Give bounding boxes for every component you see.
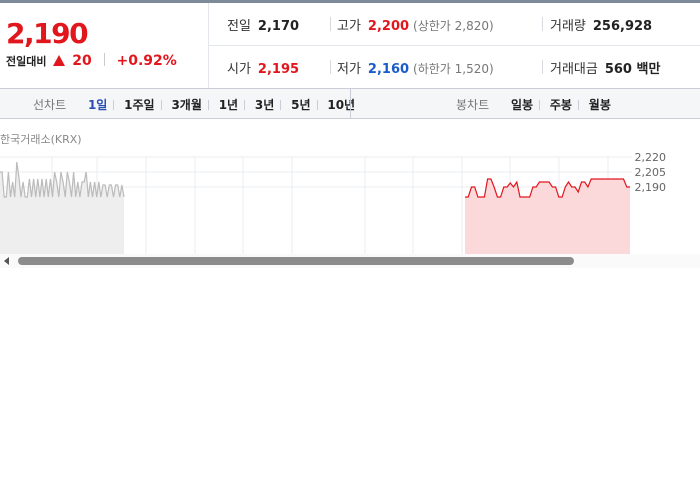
divider <box>330 17 331 31</box>
quote-info-table: 전일 2,170 고가 2,200 (상한가 2,820) 거래량 256,928 시가… <box>209 3 700 88</box>
volume: 거래량 256,928 <box>550 15 652 34</box>
low-label: 저가 <box>337 62 361 77</box>
current-price: 2,190 <box>6 17 89 50</box>
scroll-left-arrow-icon[interactable] <box>4 257 9 265</box>
trade-amount: 거래대금 560 백만 <box>550 58 660 77</box>
open-value: 2,195 <box>257 62 300 77</box>
y-tick-label: 2,220 <box>635 151 667 164</box>
intraday-price-chart: 2,220 2,205 2,190 <box>0 151 667 254</box>
prev-close: 전일 2,170 <box>227 15 299 34</box>
y-tick-label: 2,190 <box>635 181 667 194</box>
change-row: 전일대비 20 +0.92% <box>6 53 177 69</box>
price-summary: 2,190 전일대비 20 +0.92% <box>0 3 209 88</box>
upper-limit: (상한가 2,820) <box>413 19 494 33</box>
high-price: 고가 2,200 (상한가 2,820) <box>337 15 494 34</box>
candle-chart-tabs: 봉차트 일봉 주봉 월봉 <box>456 96 617 113</box>
line-chart-label: 선차트 <box>33 98 67 112</box>
tab-monthly-candle[interactable]: 월봉 <box>583 98 617 112</box>
tab-weekly-candle[interactable]: 주봉 <box>544 98 578 112</box>
prev-close-label: 전일 <box>227 19 251 34</box>
y-tick-label: 2,205 <box>635 166 667 179</box>
tab-5years[interactable]: 5년 <box>285 98 316 112</box>
divider <box>330 60 331 74</box>
tab-1day[interactable]: 1일 <box>82 98 113 112</box>
volume-value: 256,928 <box>592 19 653 34</box>
divider <box>539 100 541 110</box>
tab-1week[interactable]: 1주일 <box>118 98 160 112</box>
y-axis-ticks: 2,220 2,205 2,190 <box>635 151 667 194</box>
prev-close-value: 2,170 <box>257 19 300 34</box>
chart-scrollbar[interactable] <box>0 254 700 268</box>
series-red-area <box>465 179 630 254</box>
divider <box>350 89 351 118</box>
scrollbar-thumb[interactable] <box>18 257 574 265</box>
high-value: 2,200 <box>367 19 410 34</box>
divider <box>542 17 543 31</box>
low-price: 저가 2,160 (하한가 1,520) <box>337 58 494 77</box>
change-value: 20 <box>72 53 92 69</box>
open-label: 시가 <box>227 62 251 77</box>
tab-10years[interactable]: 10년 <box>321 98 361 112</box>
up-arrow-icon <box>53 55 66 66</box>
tab-daily-candle[interactable]: 일봉 <box>505 98 539 112</box>
line-chart-tabs: 선차트 1일 1주일 3개월 1년 3년 5년 10년 <box>33 96 361 113</box>
tab-3months[interactable]: 3개월 <box>165 98 207 112</box>
change-label: 전일대비 <box>6 55 47 68</box>
divider <box>113 100 115 110</box>
divider <box>577 100 579 110</box>
divider <box>207 100 209 110</box>
divider <box>280 100 282 110</box>
chart-period-tabs: 선차트 1일 1주일 3개월 1년 3년 5년 10년 봉차트 일봉 주봉 월봉 <box>0 88 700 119</box>
amount-label: 거래대금 <box>550 62 598 77</box>
amount-value: 560 백만 <box>604 62 661 77</box>
high-label: 고가 <box>337 19 361 34</box>
divider <box>542 60 543 74</box>
divider <box>160 100 162 110</box>
tab-3years[interactable]: 3년 <box>249 98 280 112</box>
divider <box>209 45 700 46</box>
divider <box>244 100 246 110</box>
candle-chart-label: 봉차트 <box>456 98 490 112</box>
lower-limit: (하한가 1,520) <box>413 62 494 76</box>
open-price: 시가 2,195 <box>227 58 299 77</box>
low-value: 2,160 <box>367 62 410 77</box>
volume-label: 거래량 <box>550 19 586 34</box>
tab-1year[interactable]: 1년 <box>213 98 244 112</box>
change-rate: +0.92% <box>116 53 177 69</box>
divider <box>316 100 318 110</box>
divider <box>103 53 105 66</box>
